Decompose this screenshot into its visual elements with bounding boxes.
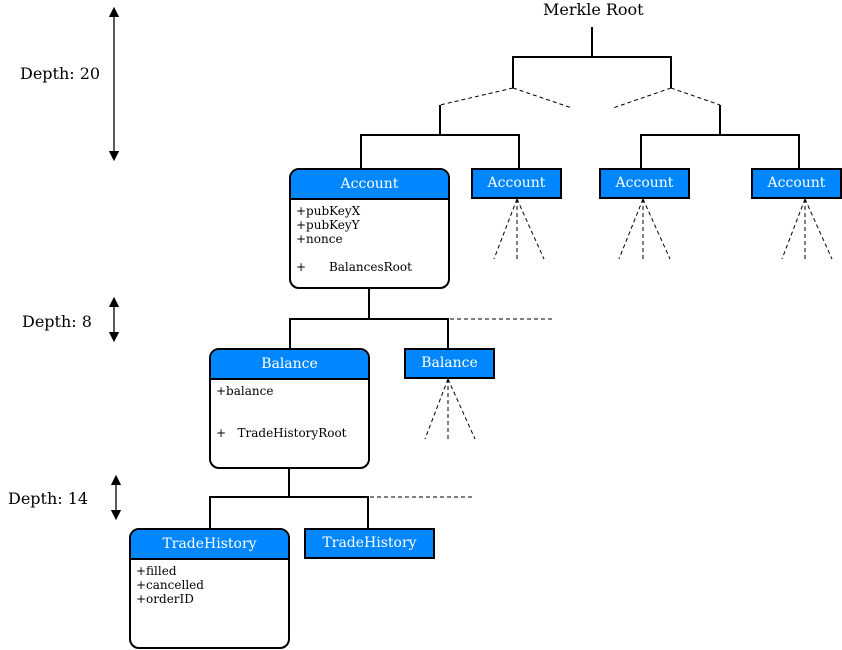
root-edge <box>512 27 672 88</box>
fan-account-2 <box>618 198 671 260</box>
account-node[interactable]: Account <box>599 168 690 199</box>
field-pubkeyy: +pubKeyY <box>296 218 360 232</box>
merkle-root-title: Merkle Root <box>543 0 644 19</box>
field-nonce: +nonce <box>296 232 343 246</box>
account-card-fields: +pubKeyX +pubKeyY +nonce + BalancesRoot <box>291 200 448 278</box>
tradehistory-card[interactable]: TradeHistory +filled +cancelled +orderID <box>129 528 290 649</box>
dashed-elision-left <box>439 87 573 109</box>
balance-card[interactable]: Balance +balance + TradeHistoryRoot <box>209 348 370 469</box>
balance-card-fields: +balance + TradeHistoryRoot <box>211 380 368 444</box>
account-node[interactable]: Account <box>751 168 842 199</box>
tradehistory-card-fields: +filled +cancelled +orderID <box>131 560 288 610</box>
tradehistory-card-header: TradeHistory <box>131 530 288 560</box>
field-spacer <box>296 246 443 260</box>
field-spacer <box>216 398 363 412</box>
left-subtree-edge <box>360 105 520 168</box>
depth-20-label: Depth: 20 <box>20 64 101 83</box>
field-filled: +filled <box>136 564 177 578</box>
fan-balance <box>424 378 476 440</box>
tradehistory-node[interactable]: TradeHistory <box>304 528 435 559</box>
fan-account-3 <box>781 198 833 260</box>
fan-account-1 <box>493 198 545 260</box>
field-pubkeyx: +pubKeyX <box>296 204 361 218</box>
account-card[interactable]: Account +pubKeyX +pubKeyY +nonce + Balan… <box>289 168 450 289</box>
field-balance: +balance <box>216 384 274 398</box>
right-subtree-edge <box>640 105 800 168</box>
balance-tradehistory-edge <box>209 468 369 529</box>
field-orderid: +orderID <box>136 592 194 606</box>
account-balance-edge <box>289 289 449 349</box>
balance-card-header: Balance <box>211 350 368 380</box>
dashed-elision-right <box>612 87 721 109</box>
account-card-header: Account <box>291 170 448 200</box>
depth-8-label: Depth: 8 <box>22 312 92 331</box>
account-node[interactable]: Account <box>471 168 562 199</box>
balance-node[interactable]: Balance <box>404 348 495 379</box>
depth-14-label: Depth: 14 <box>8 489 89 508</box>
field-balancesroot: + BalancesRoot <box>296 260 412 274</box>
field-spacer <box>216 412 363 426</box>
field-tradehistoryroot: + TradeHistoryRoot <box>216 426 347 440</box>
field-cancelled: +cancelled <box>136 578 204 592</box>
